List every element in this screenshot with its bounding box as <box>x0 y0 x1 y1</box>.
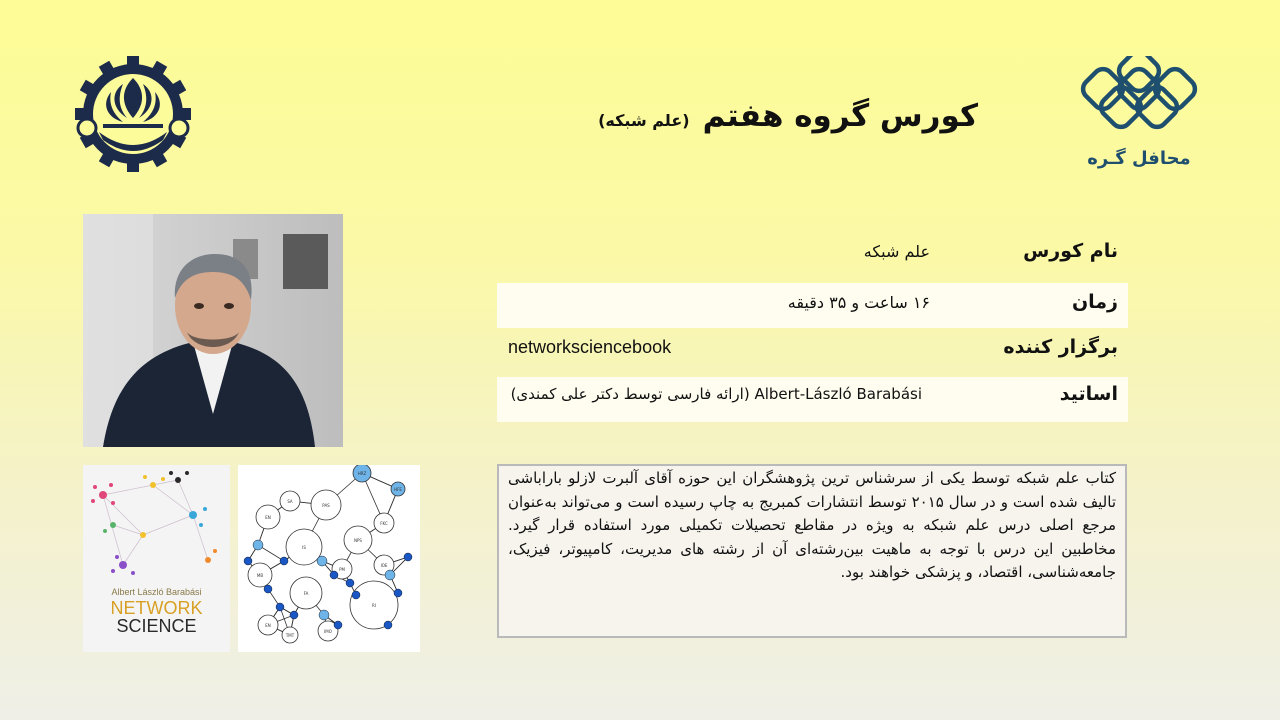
graph-node <box>403 552 413 562</box>
duration-value: ۱۶ ساعت و ۳۵ دقیقه <box>787 293 930 312</box>
graph-node-label: NPS <box>354 538 362 543</box>
graph-node <box>289 610 299 620</box>
graph-node-label: HFE <box>394 487 402 492</box>
title-subtitle: (علم شبکه) <box>598 111 690 130</box>
graph-node <box>279 556 289 566</box>
graph-node-label: TMT <box>285 633 295 638</box>
graph-node <box>329 570 339 580</box>
instructor-photo <box>83 214 343 447</box>
book-title-line2: SCIENCE <box>116 616 197 636</box>
course-name-value: علم شبکه <box>863 242 930 261</box>
interlocking-knot-icon <box>1078 48 1200 138</box>
graph-node-label: FA <box>304 591 309 596</box>
course-name-label: نام کورس <box>1023 240 1118 262</box>
graph-node-label: SA <box>287 499 293 504</box>
graph-node <box>316 555 328 567</box>
network-graph-image: HRZ EN PAS NPS FKC IS MB FA RI EN IMO IOE PM SA HFE TMT <box>238 465 420 652</box>
info-row-organizer: برگزار کننده networksciencebook <box>497 328 1128 373</box>
graph-node-label: IMO <box>324 629 332 634</box>
graph-node <box>275 602 285 612</box>
university-emblem-icon <box>74 52 192 172</box>
graph-node <box>384 569 396 581</box>
graph-node-label: FKC <box>380 521 388 526</box>
graph-node <box>333 620 343 630</box>
info-row-duration: زمان ۱۶ ساعت و ۳۵ دقیقه <box>497 283 1128 328</box>
graph-node-label: HRZ <box>358 471 367 476</box>
graph-node-label: IS <box>302 545 306 550</box>
graph-node <box>351 590 361 600</box>
graph-node <box>383 620 393 630</box>
logo-wordmark: محافل گـره <box>1087 148 1191 169</box>
graph-node <box>318 609 330 621</box>
graph-node <box>345 578 355 588</box>
graph-node-label: EN <box>265 623 271 628</box>
graph-node-label: EN <box>265 515 271 520</box>
book-title-line1: NETWORK <box>110 598 203 618</box>
book-cover-image: Albert László Barabási NETWORK SCIENCE <box>83 465 230 652</box>
title-main: کورس گروه هفتم <box>702 98 978 134</box>
graph-node <box>263 584 273 594</box>
graph-node <box>393 588 403 598</box>
course-description: کتاب علم شبکه توسط یکی از سرشناس ترین پژ… <box>497 464 1127 638</box>
graph-node-label: PM <box>339 567 345 572</box>
graph-node-label: IOE <box>381 563 388 568</box>
duration-label: زمان <box>1071 291 1118 313</box>
info-row-course-name: نام کورس علم شبکه <box>497 232 1128 277</box>
graph-node-label: RI <box>372 603 376 608</box>
organizer-value: networksciencebook <box>508 337 672 357</box>
graph-node-label: MB <box>257 573 263 578</box>
graph-node-label: PAS <box>322 503 330 508</box>
info-row-instructors: اساتید Albert-László Barabási (ارائه فار… <box>497 377 1128 422</box>
instructors-value: Albert-László Barabási (ارائه فارسی توسط… <box>510 385 922 403</box>
instructors-label: اساتید <box>1059 383 1118 405</box>
organizer-label: برگزار کننده <box>1003 336 1118 358</box>
graph-node <box>252 539 264 551</box>
graph-node <box>243 556 253 566</box>
book-author: Albert László Barabási <box>111 587 202 597</box>
page-title: کورس گروه هفتم (علم شبکه) <box>598 98 978 134</box>
